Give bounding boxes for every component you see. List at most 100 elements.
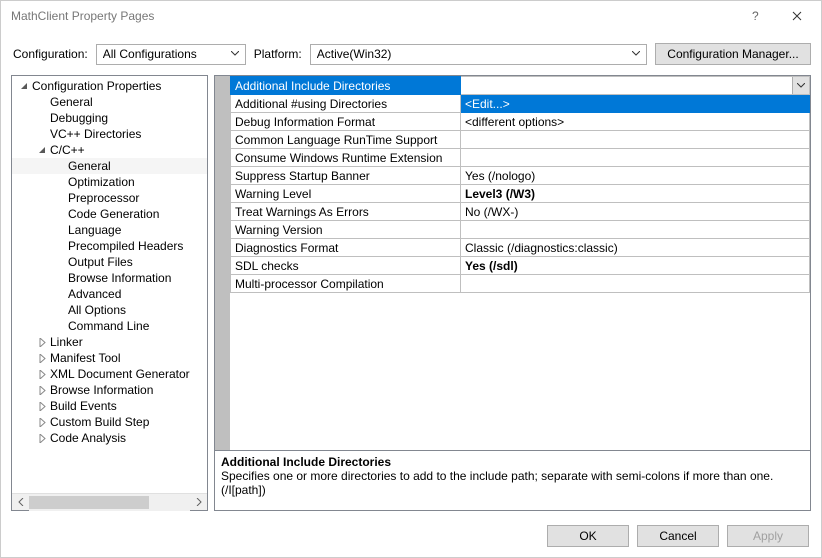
- property-value[interactable]: [461, 131, 810, 149]
- ok-button[interactable]: OK: [547, 525, 629, 547]
- tree-item[interactable]: Optimization: [12, 174, 207, 190]
- tree-item-label: C/C++: [50, 143, 85, 157]
- platform-combo[interactable]: Active(Win32): [310, 44, 647, 65]
- dialog-footer: OK Cancel Apply: [1, 517, 821, 557]
- tree-item-label: Browse Information: [68, 271, 171, 285]
- scroll-right-icon[interactable]: [190, 494, 207, 511]
- tree-scrollbar[interactable]: [12, 493, 207, 510]
- tree-item[interactable]: Preprocessor: [12, 190, 207, 206]
- configuration-combo[interactable]: All Configurations: [96, 44, 246, 65]
- configuration-label: Configuration:: [13, 47, 88, 61]
- tree-item[interactable]: VC++ Directories: [12, 126, 207, 142]
- tree-item-label: All Options: [68, 303, 126, 317]
- tree-item[interactable]: Debugging: [12, 110, 207, 126]
- property-name: Debug Information Format: [231, 113, 461, 131]
- property-row[interactable]: Consume Windows Runtime Extension: [231, 149, 810, 167]
- expander-icon: [36, 432, 48, 444]
- expander-icon: [36, 336, 48, 348]
- tree-item[interactable]: Custom Build Step: [12, 414, 207, 430]
- property-name: Diagnostics Format: [231, 239, 461, 257]
- tree-item[interactable]: General: [12, 158, 207, 174]
- property-row[interactable]: Treat Warnings As ErrorsNo (/WX-): [231, 203, 810, 221]
- tree-item[interactable]: All Options: [12, 302, 207, 318]
- property-name: Common Language RunTime Support: [231, 131, 461, 149]
- tree-item[interactable]: Advanced: [12, 286, 207, 302]
- property-value[interactable]: [461, 221, 810, 239]
- tree-item[interactable]: General: [12, 94, 207, 110]
- tree-item-root[interactable]: Configuration Properties: [12, 78, 207, 94]
- tree-item[interactable]: Browse Information: [12, 382, 207, 398]
- tree-item-label: Debugging: [50, 111, 108, 125]
- property-row[interactable]: Multi-processor Compilation: [231, 275, 810, 293]
- cancel-label: Cancel: [659, 529, 696, 543]
- tree-item-label: Optimization: [68, 175, 135, 189]
- expander-icon: [18, 80, 30, 92]
- tree-item-label: Preprocessor: [68, 191, 139, 205]
- configuration-manager-button[interactable]: Configuration Manager...: [655, 43, 811, 65]
- tree-panel: Configuration Properties General Debugging…: [11, 75, 208, 511]
- tree-item[interactable]: Command Line: [12, 318, 207, 334]
- property-row[interactable]: Additional #using Directories<Edit...>: [231, 95, 810, 113]
- property-grid[interactable]: Additional Include DirectoriesAdditional…: [230, 76, 810, 293]
- scroll-thumb[interactable]: [29, 496, 149, 509]
- property-value[interactable]: No (/WX-): [461, 203, 810, 221]
- property-name: Multi-processor Compilation: [231, 275, 461, 293]
- platform-value: Active(Win32): [317, 47, 628, 61]
- tree-item[interactable]: Precompiled Headers: [12, 238, 207, 254]
- property-value[interactable]: Classic (/diagnostics:classic): [461, 239, 810, 257]
- help-button[interactable]: ?: [737, 1, 777, 31]
- property-value[interactable]: <different options>: [461, 113, 810, 131]
- description-panel: Additional Include Directories Specifies…: [215, 450, 810, 510]
- tree[interactable]: Configuration Properties General Debugging…: [12, 76, 207, 493]
- window-titlebar: MathClient Property Pages ?: [1, 1, 821, 31]
- property-row[interactable]: Suppress Startup BannerYes (/nologo): [231, 167, 810, 185]
- cancel-button[interactable]: Cancel: [637, 525, 719, 547]
- dropdown-button[interactable]: [792, 77, 809, 94]
- apply-button[interactable]: Apply: [727, 525, 809, 547]
- property-row[interactable]: Additional Include Directories: [231, 77, 810, 95]
- tree-item-label: Configuration Properties: [32, 79, 161, 93]
- tree-item-label: Linker: [50, 335, 83, 349]
- tree-item-label: General: [50, 95, 93, 109]
- property-value[interactable]: Yes (/sdl): [461, 257, 810, 275]
- property-value[interactable]: [461, 77, 810, 95]
- property-row[interactable]: Diagnostics FormatClassic (/diagnostics:…: [231, 239, 810, 257]
- tree-item[interactable]: Code Generation: [12, 206, 207, 222]
- tree-item[interactable]: XML Document Generator: [12, 366, 207, 382]
- tree-item[interactable]: Browse Information: [12, 270, 207, 286]
- expander-icon: [36, 400, 48, 412]
- tree-item[interactable]: Output Files: [12, 254, 207, 270]
- apply-label: Apply: [753, 529, 783, 543]
- property-name: Additional Include Directories: [231, 77, 461, 95]
- property-grid-gutter: [215, 76, 230, 450]
- tree-item-label: Advanced: [68, 287, 121, 301]
- property-value[interactable]: [461, 275, 810, 293]
- property-value[interactable]: [461, 149, 810, 167]
- close-button[interactable]: [777, 1, 817, 31]
- description-body: Specifies one or more directories to add…: [221, 469, 804, 497]
- property-row[interactable]: Warning Version: [231, 221, 810, 239]
- property-name: Consume Windows Runtime Extension: [231, 149, 461, 167]
- tree-item[interactable]: Language: [12, 222, 207, 238]
- expander-icon: [36, 144, 48, 156]
- property-row[interactable]: Debug Information Format<different optio…: [231, 113, 810, 131]
- scroll-track[interactable]: [29, 494, 190, 511]
- scroll-left-icon[interactable]: [12, 494, 29, 511]
- tree-item[interactable]: Linker: [12, 334, 207, 350]
- tree-item-label: Custom Build Step: [50, 415, 149, 429]
- tree-item[interactable]: Build Events: [12, 398, 207, 414]
- tree-item[interactable]: C/C++: [12, 142, 207, 158]
- property-value[interactable]: <Edit...>: [461, 95, 810, 113]
- property-name: Additional #using Directories: [231, 95, 461, 113]
- platform-label: Platform:: [254, 47, 302, 61]
- property-value[interactable]: Level3 (/W3): [461, 185, 810, 203]
- tree-item-label: VC++ Directories: [50, 127, 141, 141]
- property-row[interactable]: Warning LevelLevel3 (/W3): [231, 185, 810, 203]
- property-row[interactable]: Common Language RunTime Support: [231, 131, 810, 149]
- property-row[interactable]: SDL checksYes (/sdl): [231, 257, 810, 275]
- tree-item[interactable]: Manifest Tool: [12, 350, 207, 366]
- chevron-down-icon: [227, 51, 243, 57]
- tree-item-label: Code Generation: [68, 207, 159, 221]
- property-value[interactable]: Yes (/nologo): [461, 167, 810, 185]
- tree-item[interactable]: Code Analysis: [12, 430, 207, 446]
